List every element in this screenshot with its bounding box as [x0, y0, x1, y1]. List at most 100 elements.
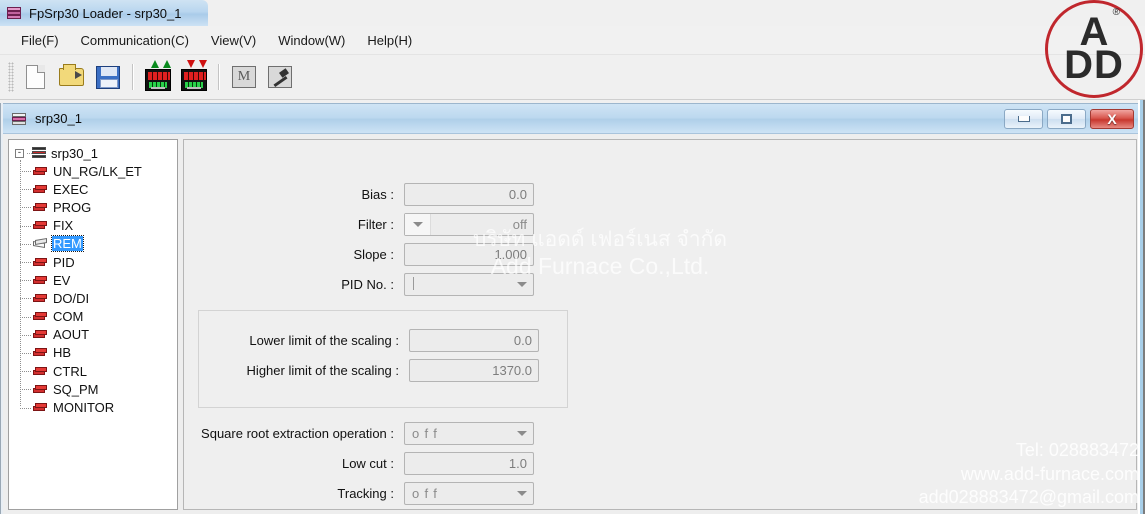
tree-item-un-rg-lk-et[interactable]: UN_RG/LK_ET: [20, 162, 177, 180]
filter-combobox[interactable]: off: [404, 213, 534, 236]
download-button[interactable]: [178, 60, 210, 93]
open-folder-icon: [59, 64, 84, 86]
menu-window[interactable]: Window(W): [267, 29, 356, 52]
chevron-down-icon[interactable]: [511, 491, 533, 496]
book-icon: [33, 202, 47, 213]
mdi-titlebar[interactable]: srp30_1 X: [3, 104, 1142, 134]
new-document-icon: [26, 65, 45, 89]
menu-view[interactable]: View(V): [200, 29, 267, 52]
arrow-up-icon: [163, 60, 171, 68]
tree-item-rem[interactable]: REM: [20, 235, 177, 253]
higher-limit-input[interactable]: 1370.0: [409, 359, 539, 382]
tree-item-pid[interactable]: PID: [20, 253, 177, 271]
window-right-edge: [1138, 100, 1145, 514]
tree-item-aout[interactable]: AOUT: [20, 326, 177, 344]
maximize-icon: [1061, 113, 1072, 124]
tree-connector: [20, 298, 31, 300]
tree-item-hb[interactable]: HB: [20, 344, 177, 362]
tree-item-sq-pm[interactable]: SQ_PM: [20, 380, 177, 398]
tree-item-label: PROG: [53, 199, 92, 215]
tracking-label: Tracking :: [337, 486, 394, 501]
tree-item-label: AOUT: [53, 327, 90, 343]
chevron-down-icon[interactable]: [405, 214, 431, 235]
tree-connector: [20, 352, 31, 354]
upload-button[interactable]: [142, 60, 174, 93]
low-cut-label: Low cut :: [341, 456, 394, 471]
sqrt-value: o f f: [412, 426, 438, 441]
mdi-body: - srp30_1 UN_RG/LK_ET EXEC PROG FIX REM …: [3, 134, 1142, 514]
open-file-button[interactable]: [56, 61, 88, 93]
tree-root-label: srp30_1: [51, 145, 98, 161]
toolbar-grip[interactable]: [8, 62, 14, 92]
tree-item-exec[interactable]: EXEC: [20, 180, 177, 198]
menu-help[interactable]: Help(H): [356, 29, 423, 52]
mdi-child-window: srp30_1 X - srp30_1 UN_RG/LK_ET EXEC PRO…: [2, 103, 1143, 514]
sqrt-label: Square root extraction operation :: [201, 426, 394, 441]
chevron-down-icon[interactable]: [511, 431, 533, 436]
hammer-tool-icon: [268, 66, 292, 88]
lower-limit-input[interactable]: 0.0: [409, 329, 539, 352]
floppy-disk-save-icon: [96, 66, 120, 89]
maximize-button[interactable]: [1047, 108, 1086, 129]
tree-root-node[interactable]: - srp30_1: [13, 144, 177, 162]
collapse-expander-icon[interactable]: -: [15, 148, 24, 158]
navigation-tree[interactable]: - srp30_1 UN_RG/LK_ET EXEC PROG FIX REM …: [8, 139, 178, 510]
tree-children: UN_RG/LK_ET EXEC PROG FIX REM PID EV DO/…: [20, 160, 177, 417]
tree-connector: [20, 189, 31, 191]
toolbar-separator-1: [132, 64, 134, 90]
menu-file[interactable]: File(F): [10, 29, 70, 52]
tree-item-ev[interactable]: EV: [20, 271, 177, 289]
slope-input[interactable]: 1.000: [404, 243, 534, 266]
book-icon: [33, 311, 47, 322]
window-left-edge: [0, 103, 3, 514]
monitor-button[interactable]: M: [228, 61, 260, 93]
book-icon: [33, 220, 47, 231]
book-icon: [33, 166, 47, 177]
tree-item-do-di[interactable]: DO/DI: [20, 289, 177, 307]
pid-no-row: PID No. :: [184, 273, 1136, 296]
registered-trademark-symbol: ®: [1112, 7, 1120, 18]
pid-no-combobox[interactable]: [404, 273, 534, 296]
tree-item-com[interactable]: COM: [20, 308, 177, 326]
book-icon: [33, 384, 47, 395]
monitor-m-icon: M: [232, 66, 256, 88]
arrow-up-icon: [151, 60, 159, 68]
tools-button[interactable]: [264, 61, 296, 93]
sqrt-combobox[interactable]: o f f: [404, 422, 534, 445]
tree-item-label: FIX: [53, 218, 74, 234]
arrow-down-icon: [187, 60, 195, 68]
tree-item-label: CTRL: [53, 363, 87, 379]
menubar: File(F) Communication(C) View(V) Window(…: [0, 26, 1145, 55]
minimize-button[interactable]: [1004, 108, 1043, 129]
tree-item-label: PID: [53, 254, 75, 270]
tree-item-ctrl[interactable]: CTRL: [20, 362, 177, 380]
new-file-button[interactable]: [20, 61, 52, 93]
tree-connector: [20, 407, 31, 409]
scaling-groupbox: Lower limit of the scaling : 0.0 Higher …: [198, 310, 568, 408]
tree-item-prog[interactable]: PROG: [20, 198, 177, 216]
tree-connector: [20, 316, 31, 318]
tracking-value: o f f: [412, 486, 438, 501]
slope-row: Slope : 1.000: [184, 243, 1136, 266]
tree-connector: [20, 334, 31, 336]
tree-item-label: EXEC: [53, 181, 89, 197]
application-window: FpSrp30 Loader - srp30_1 File(F) Communi…: [0, 0, 1145, 514]
close-button[interactable]: X: [1090, 108, 1134, 129]
higher-limit-row: Higher limit of the scaling : 1370.0: [199, 359, 567, 382]
device-upload-green-arrows-icon: [145, 69, 171, 91]
low-cut-input[interactable]: 1.0: [404, 452, 534, 475]
application-titlebar[interactable]: FpSrp30 Loader - srp30_1: [0, 0, 208, 26]
tree-item-label: MONITOR: [53, 400, 115, 416]
settings-form: Bias : 0.0 Filter : off Slope : 1.000 PI…: [183, 139, 1137, 510]
logo-letters-dd: DD: [1064, 43, 1124, 87]
save-file-button[interactable]: [92, 61, 124, 93]
bias-input[interactable]: 0.0: [404, 183, 534, 206]
chevron-down-icon[interactable]: [511, 282, 533, 287]
tree-item-fix[interactable]: FIX: [20, 217, 177, 235]
menu-communication[interactable]: Communication(C): [70, 29, 200, 52]
tree-connector: [20, 225, 31, 227]
lower-limit-row: Lower limit of the scaling : 0.0: [199, 329, 567, 352]
tree-item-label: REM: [51, 235, 84, 253]
tracking-combobox[interactable]: o f f: [404, 482, 534, 505]
tree-item-monitor[interactable]: MONITOR: [20, 398, 177, 416]
